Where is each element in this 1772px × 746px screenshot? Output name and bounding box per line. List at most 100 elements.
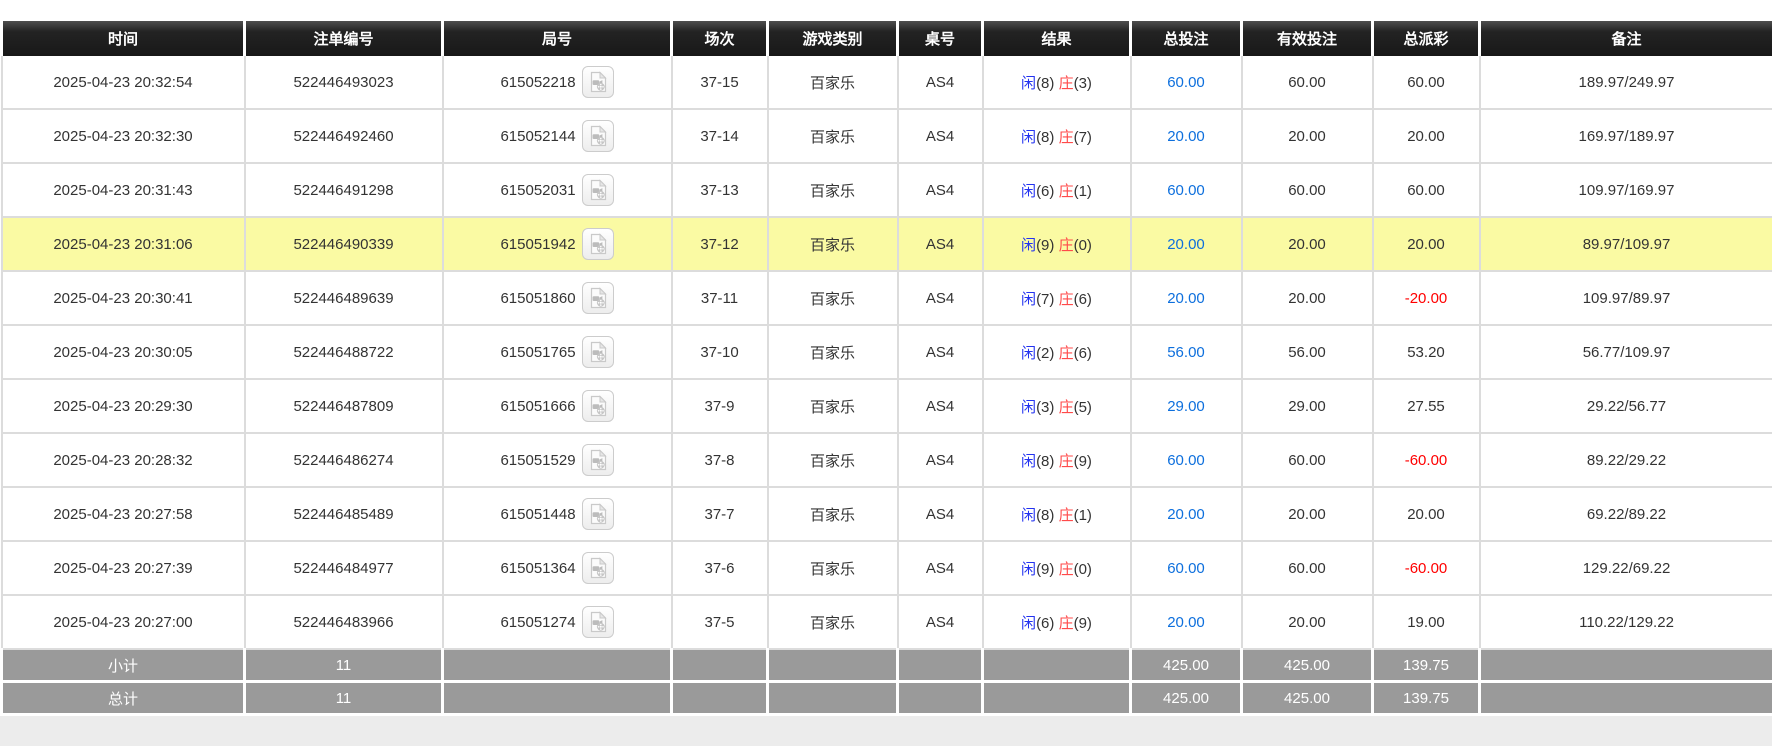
round-id: 615051529	[500, 451, 576, 469]
cell-payout: 60.00	[1372, 163, 1481, 218]
cell-bet-id: 522446490339	[244, 217, 444, 272]
cell-time: 2025-04-23 20:32:54	[0, 56, 246, 110]
round-id: 615052144	[500, 127, 576, 145]
grandtotal-payout: 139.75	[1371, 681, 1480, 716]
cell-total-bet[interactable]: 56.00	[1130, 325, 1243, 380]
cell-result: 闲(9) 庄(0)	[982, 217, 1132, 272]
player-result: 闲	[1021, 614, 1037, 632]
cell-game-type: 百家乐	[767, 595, 899, 650]
cell-round: 615051529	[442, 433, 673, 488]
banker-result: 庄	[1058, 344, 1074, 362]
subtotal-empty	[981, 649, 1131, 683]
cell-game-type: 百家乐	[767, 163, 899, 218]
player-result: 闲	[1021, 560, 1037, 578]
cell-valid-bet: 20.00	[1241, 271, 1374, 326]
cell-valid-bet: 60.00	[1241, 541, 1374, 596]
table-row: 2025-04-23 20:27:39 522446484977 6150513…	[0, 541, 1772, 596]
cell-total-bet[interactable]: 60.00	[1130, 163, 1243, 218]
cell-payout: -20.00	[1372, 271, 1481, 326]
banker-points: (0)	[1073, 560, 1092, 578]
col-header-result: 结果	[981, 21, 1131, 56]
video-replay-button[interactable]	[581, 606, 614, 638]
video-replay-button[interactable]	[581, 552, 614, 584]
video-replay-button[interactable]	[581, 120, 614, 152]
cell-session: 37-15	[671, 56, 769, 110]
cell-result: 闲(8) 庄(7)	[982, 109, 1132, 164]
video-file-icon	[586, 556, 610, 580]
cell-table-no: AS4	[897, 487, 984, 542]
video-replay-button[interactable]	[581, 444, 614, 476]
banker-result: 庄	[1058, 614, 1074, 632]
cell-valid-bet: 60.00	[1241, 433, 1374, 488]
player-result: 闲	[1021, 398, 1037, 416]
banker-result: 庄	[1058, 290, 1074, 308]
cell-result: 闲(3) 庄(5)	[982, 379, 1132, 434]
cell-valid-bet: 20.00	[1241, 487, 1374, 542]
video-replay-button[interactable]	[581, 228, 614, 260]
cell-total-bet[interactable]: 20.00	[1130, 271, 1243, 326]
cell-table-no: AS4	[897, 163, 984, 218]
cell-total-bet[interactable]: 20.00	[1130, 595, 1243, 650]
cell-time: 2025-04-23 20:32:30	[0, 109, 246, 164]
cell-time: 2025-04-23 20:28:32	[0, 433, 246, 488]
player-result: 闲	[1021, 452, 1037, 470]
round-id: 615051448	[500, 505, 576, 523]
cell-valid-bet: 20.00	[1241, 595, 1374, 650]
cell-remark: 56.77/109.97	[1479, 325, 1772, 380]
col-header-bet-id: 注单编号	[243, 21, 443, 56]
player-points: (8)	[1036, 452, 1055, 470]
cell-game-type: 百家乐	[767, 433, 899, 488]
video-replay-button[interactable]	[581, 282, 614, 314]
banker-points: (1)	[1073, 182, 1092, 200]
cell-round: 615052218	[442, 56, 673, 110]
col-header-session: 场次	[670, 21, 768, 56]
cell-time: 2025-04-23 20:31:06	[0, 217, 246, 272]
cell-result: 闲(8) 庄(3)	[982, 56, 1132, 110]
cell-payout: 20.00	[1372, 109, 1481, 164]
subtotal-empty	[1478, 649, 1772, 683]
cell-session: 37-9	[671, 379, 769, 434]
cell-total-bet[interactable]: 20.00	[1130, 217, 1243, 272]
cell-payout: 27.55	[1372, 379, 1481, 434]
player-points: (8)	[1036, 128, 1055, 146]
video-replay-button[interactable]	[581, 336, 614, 368]
cell-session: 37-6	[671, 541, 769, 596]
banker-result: 庄	[1058, 398, 1074, 416]
subtotal-empty	[441, 649, 672, 683]
cell-table-no: AS4	[897, 595, 984, 650]
cell-total-bet[interactable]: 60.00	[1130, 541, 1243, 596]
cell-result: 闲(2) 庄(6)	[982, 325, 1132, 380]
cell-remark: 109.97/169.97	[1479, 163, 1772, 218]
cell-total-bet[interactable]: 29.00	[1130, 379, 1243, 434]
col-header-round: 局号	[441, 21, 672, 56]
video-replay-button[interactable]	[581, 498, 614, 530]
cell-time: 2025-04-23 20:29:30	[0, 379, 246, 434]
subtotal-total-bet: 425.00	[1129, 649, 1242, 683]
video-file-icon	[586, 178, 610, 202]
cell-result: 闲(8) 庄(1)	[982, 487, 1132, 542]
grandtotal-empty	[896, 681, 983, 716]
cell-table-no: AS4	[897, 56, 984, 110]
cell-game-type: 百家乐	[767, 325, 899, 380]
table-row: 2025-04-23 20:30:05 522446488722 6150517…	[0, 325, 1772, 380]
video-replay-button[interactable]	[581, 66, 614, 98]
col-header-total-bet: 总投注	[1129, 21, 1242, 56]
cell-game-type: 百家乐	[767, 379, 899, 434]
player-points: (6)	[1036, 614, 1055, 632]
cell-total-bet[interactable]: 20.00	[1130, 109, 1243, 164]
video-replay-button[interactable]	[581, 174, 614, 206]
cell-total-bet[interactable]: 60.00	[1130, 56, 1243, 110]
grandtotal-label: 总计	[0, 681, 245, 716]
cell-result: 闲(9) 庄(0)	[982, 541, 1132, 596]
video-replay-button[interactable]	[581, 390, 614, 422]
page-bottom-area	[0, 716, 1772, 746]
cell-total-bet[interactable]: 60.00	[1130, 433, 1243, 488]
cell-table-no: AS4	[897, 325, 984, 380]
cell-total-bet[interactable]: 20.00	[1130, 487, 1243, 542]
cell-bet-id: 522446493023	[244, 56, 444, 110]
cell-result: 闲(7) 庄(6)	[982, 271, 1132, 326]
cell-valid-bet: 56.00	[1241, 325, 1374, 380]
player-points: (9)	[1036, 236, 1055, 254]
bet-records-table: 时间 注单编号 局号 场次 游戏类别 桌号 结果 总投注 有效投注 总派彩 备注…	[0, 21, 1772, 716]
cell-payout: -60.00	[1372, 433, 1481, 488]
